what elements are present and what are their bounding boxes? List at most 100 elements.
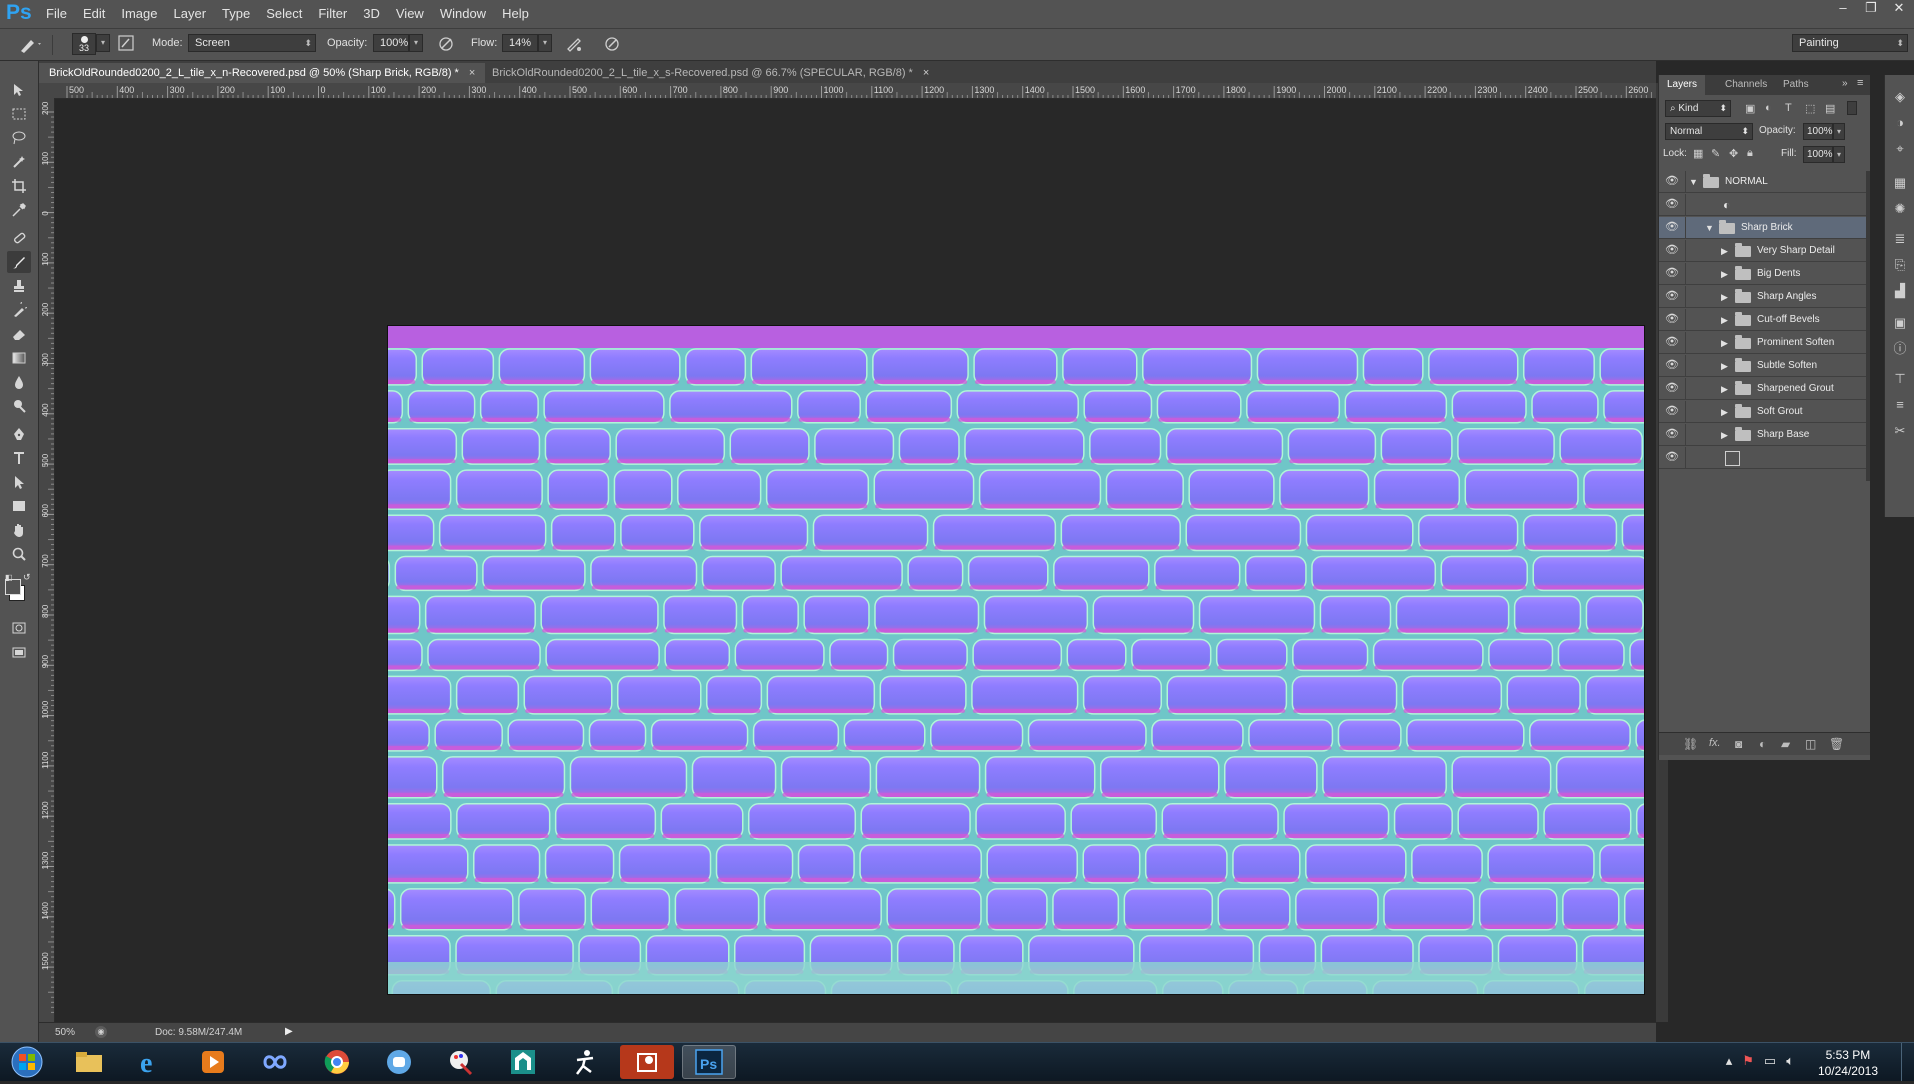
filter-adjustment-icon[interactable]: ◐ <box>1765 102 1772 114</box>
panel-menu-icon[interactable]: ≡ <box>1857 77 1863 89</box>
layer-row[interactable]: 👁︎▶Cut-off Bevels <box>1659 309 1866 331</box>
healing-brush-tool-icon[interactable] <box>7 227 31 249</box>
menu-type[interactable]: Type <box>214 0 258 28</box>
visibility-eye-icon[interactable]: 👁︎ <box>1665 406 1679 417</box>
histogram-icon[interactable]: ▟ <box>1892 283 1908 299</box>
canvas-workspace[interactable] <box>55 99 1656 1022</box>
move-tool-icon[interactable] <box>7 79 31 101</box>
filter-pixel-icon[interactable]: ▣ <box>1745 102 1755 115</box>
tab-normal-map[interactable]: BrickOldRounded0200_2_L_tile_x_n-Recover… <box>39 63 485 83</box>
visibility-eye-icon[interactable]: 👁︎ <box>1665 314 1679 325</box>
pressure-opacity-icon[interactable] <box>436 34 456 54</box>
layer-row[interactable]: 👁︎ <box>1659 447 1866 469</box>
layer-style-fx-icon[interactable]: fx. <box>1709 737 1721 749</box>
airbrush-icon[interactable] <box>564 34 584 54</box>
brush-tool-preset-icon[interactable] <box>18 34 38 54</box>
internet-explorer-taskbar-icon[interactable]: e <box>124 1045 178 1079</box>
layer-opacity-input[interactable]: 100% <box>1803 123 1833 140</box>
new-layer-icon[interactable]: ◫ <box>1805 737 1816 751</box>
tab-paths[interactable]: Paths <box>1775 75 1817 95</box>
opacity-input[interactable]: 100% <box>373 34 409 52</box>
new-group-icon[interactable]: ▰ <box>1781 737 1790 751</box>
add-mask-icon[interactable]: ◙ <box>1735 737 1742 751</box>
flow-arrow[interactable]: ▾ <box>538 34 552 52</box>
layer-row[interactable]: 👁︎▶Sharpened Grout <box>1659 378 1866 400</box>
layer-row[interactable]: 👁︎▶Sharp Angles <box>1659 286 1866 308</box>
info-icon[interactable]: ⓘ <box>1892 341 1908 357</box>
default-colors-icon[interactable]: ◧ <box>5 573 13 582</box>
link-layers-icon[interactable]: ⛓ <box>1683 737 1698 751</box>
expand-triangle-open-icon[interactable]: ▼ <box>1705 223 1714 233</box>
menu-view[interactable]: View <box>388 0 432 28</box>
clone-source-icon[interactable]: ⎘ <box>1892 257 1908 273</box>
restore-button[interactable]: ❐ <box>1864 0 1878 18</box>
menu-help[interactable]: Help <box>494 0 537 28</box>
menu-window[interactable]: Window <box>432 0 494 28</box>
minimize-button[interactable]: – <box>1836 0 1850 18</box>
pressure-size-icon[interactable] <box>602 34 622 54</box>
horizontal-ruler[interactable]: 5004003002001000100200300400500600700800… <box>39 83 1656 99</box>
vertical-ruler[interactable]: 2001000100200300400500600700800900100011… <box>39 98 55 1022</box>
zoom-level[interactable]: 50% <box>55 1027 75 1038</box>
pen-tool-icon[interactable] <box>7 423 31 445</box>
layer-row[interactable]: 👁︎▼NORMAL <box>1659 171 1866 193</box>
zoom-tool-icon[interactable] <box>7 543 31 565</box>
expand-triangle-closed-icon[interactable]: ▶ <box>1721 246 1728 257</box>
navigator-icon[interactable]: ▣ <box>1892 315 1908 331</box>
visibility-eye-icon[interactable]: 👁︎ <box>1665 360 1679 371</box>
maya-taskbar-icon[interactable] <box>496 1045 550 1079</box>
chrome-taskbar-icon[interactable] <box>310 1045 364 1079</box>
rectangle-tool-icon[interactable] <box>7 495 31 517</box>
lock-pixels-icon[interactable]: ✎ <box>1711 147 1720 160</box>
tab-specular-map[interactable]: BrickOldRounded0200_2_L_tile_x_s-Recover… <box>482 63 939 83</box>
tab-layers[interactable]: Layers <box>1659 75 1705 95</box>
color-swatches[interactable]: ◧ ↺ <box>5 573 35 603</box>
expand-triangle-closed-icon[interactable]: ▶ <box>1721 361 1728 372</box>
document-canvas[interactable] <box>387 325 1645 995</box>
messenger-taskbar-icon[interactable] <box>372 1045 426 1079</box>
filter-toggle-icon[interactable] <box>1847 101 1857 115</box>
expand-triangle-open-icon[interactable]: ▼ <box>1689 177 1698 187</box>
visibility-eye-icon[interactable]: 👁︎ <box>1665 429 1679 440</box>
visibility-eye-icon[interactable]: 👁︎ <box>1665 176 1679 187</box>
close-button[interactable]: ✕ <box>1892 0 1906 18</box>
menu-edit[interactable]: Edit <box>75 0 113 28</box>
network-icon[interactable]: ▭ <box>1764 1053 1776 1069</box>
delete-layer-icon[interactable]: 🗑︎ <box>1829 737 1844 751</box>
zbrush-taskbar-icon[interactable] <box>558 1045 612 1079</box>
expand-triangle-closed-icon[interactable]: ▶ <box>1721 269 1728 280</box>
crop-tool-icon[interactable] <box>7 175 31 197</box>
tab-channels[interactable]: Channels <box>1717 75 1775 95</box>
menu-layer[interactable]: Layer <box>166 0 215 28</box>
menu-image[interactable]: Image <box>113 0 165 28</box>
action-center-flag-icon[interactable]: ⚑ <box>1742 1053 1754 1069</box>
lasso-tool-icon[interactable] <box>7 127 31 149</box>
adjustments-icon[interactable]: ◑ <box>1892 115 1908 131</box>
filter-type-icon[interactable]: T <box>1785 102 1792 114</box>
new-adjustment-layer-icon[interactable]: ◐ <box>1759 737 1766 751</box>
visibility-eye-icon[interactable]: 👁︎ <box>1665 199 1679 210</box>
explorer-taskbar-icon[interactable] <box>62 1045 116 1079</box>
hand-tool-icon[interactable] <box>7 519 31 541</box>
visibility-eye-icon[interactable]: 👁︎ <box>1665 452 1679 463</box>
visibility-eye-icon[interactable]: 👁︎ <box>1665 268 1679 279</box>
close-icon[interactable]: × <box>469 67 475 79</box>
styles-icon[interactable]: ✺ <box>1892 201 1908 217</box>
expand-triangle-closed-icon[interactable]: ▶ <box>1721 430 1728 441</box>
menu-3d[interactable]: 3D <box>355 0 388 28</box>
tool-presets-icon[interactable]: ✂ <box>1892 423 1908 439</box>
marquee-tool-icon[interactable] <box>7 103 31 125</box>
expand-triangle-closed-icon[interactable]: ▶ <box>1721 384 1728 395</box>
opacity-slider-arrow[interactable]: ▾ <box>1833 123 1845 140</box>
workspace-dropdown[interactable]: Painting⬍ <box>1792 34 1908 52</box>
photoshop-taskbar-icon[interactable]: Ps <box>682 1045 736 1079</box>
powerpoint-taskbar-icon[interactable] <box>620 1045 674 1079</box>
layer-row[interactable]: 👁︎▶Sharp Base <box>1659 424 1866 446</box>
taskbar-clock[interactable]: 5:53 PM 10/24/2013 <box>1818 1047 1878 1079</box>
infinity-app-taskbar-icon[interactable] <box>248 1045 302 1079</box>
brush-size-picker[interactable]: 33 <box>72 33 96 55</box>
volume-icon[interactable]: 🔈︎ <box>1786 1053 1794 1069</box>
close-icon[interactable]: × <box>923 67 929 79</box>
brush-panel-toggle-icon[interactable] <box>117 34 137 54</box>
quick-selection-tool-icon[interactable] <box>7 151 31 173</box>
